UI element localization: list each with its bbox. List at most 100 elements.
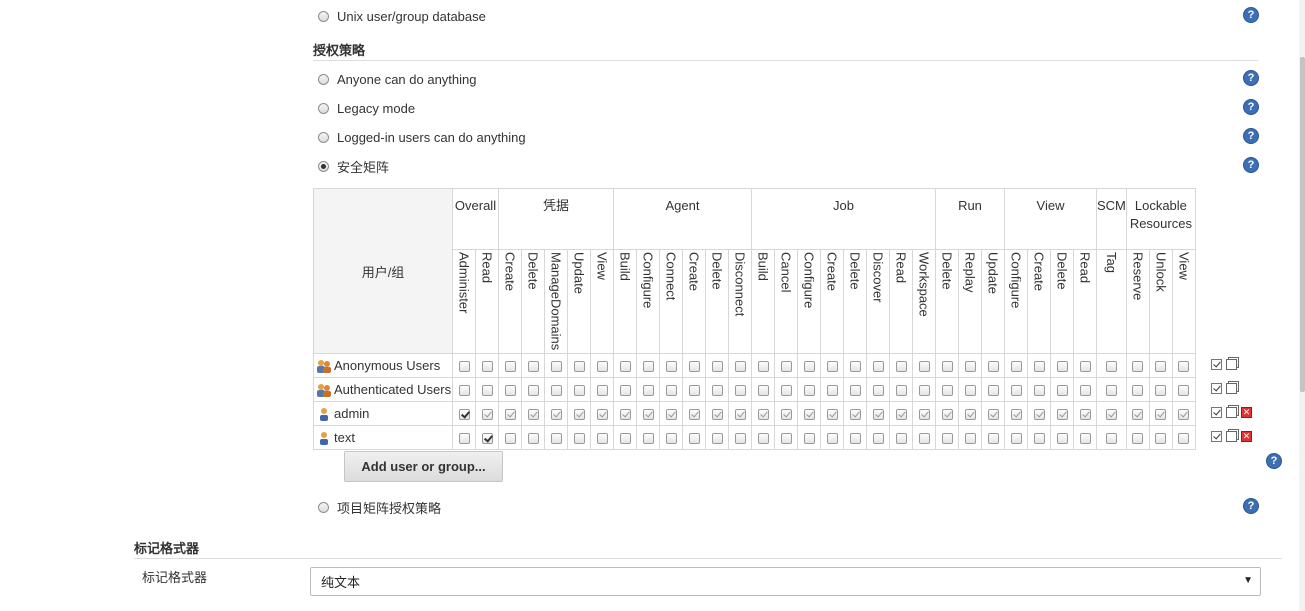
radio-loggedin[interactable]	[318, 131, 329, 143]
permission-checkbox[interactable]	[688, 409, 700, 421]
delete-icon[interactable]: ✕	[1241, 407, 1252, 418]
permission-checkbox[interactable]	[504, 409, 516, 421]
help-icon[interactable]: ?	[1243, 7, 1259, 23]
permission-checkbox[interactable]	[527, 433, 539, 445]
permission-checkbox[interactable]	[596, 385, 608, 397]
permission-checkbox[interactable]	[458, 433, 470, 445]
permission-checkbox[interactable]	[780, 361, 792, 373]
permission-checkbox[interactable]	[918, 409, 930, 421]
unselect-all-icon[interactable]	[1226, 431, 1237, 442]
permission-checkbox[interactable]	[458, 361, 470, 373]
permission-checkbox[interactable]	[1155, 385, 1167, 397]
permission-checkbox[interactable]	[895, 361, 907, 373]
permission-checkbox[interactable]	[1132, 433, 1144, 445]
permission-checkbox[interactable]	[918, 433, 930, 445]
radio-matrix[interactable]	[318, 160, 329, 172]
permission-checkbox[interactable]	[596, 433, 608, 445]
permission-checkbox[interactable]	[665, 385, 677, 397]
permission-checkbox[interactable]	[872, 433, 884, 445]
permission-checkbox[interactable]	[665, 409, 677, 421]
delete-icon[interactable]: ✕	[1241, 431, 1252, 442]
permission-checkbox[interactable]	[1010, 409, 1022, 421]
permission-checkbox[interactable]	[504, 385, 516, 397]
permission-checkbox[interactable]	[826, 361, 838, 373]
permission-checkbox[interactable]	[734, 409, 746, 421]
permission-checkbox[interactable]	[1056, 409, 1068, 421]
permission-checkbox[interactable]	[780, 409, 792, 421]
permission-checkbox[interactable]	[573, 385, 585, 397]
permission-checkbox[interactable]	[803, 361, 815, 373]
help-icon[interactable]: ?	[1243, 70, 1259, 86]
permission-checkbox[interactable]	[481, 385, 493, 397]
permission-checkbox[interactable]	[1056, 361, 1068, 373]
permission-checkbox[interactable]	[711, 385, 723, 397]
permission-checkbox[interactable]	[1033, 409, 1045, 421]
permission-checkbox[interactable]	[941, 385, 953, 397]
permission-checkbox[interactable]	[941, 433, 953, 445]
permission-checkbox[interactable]	[987, 433, 999, 445]
permission-checkbox[interactable]	[711, 433, 723, 445]
permission-checkbox[interactable]	[1178, 361, 1190, 373]
auth-option-loggedin[interactable]: Logged-in users can do anything	[318, 128, 526, 146]
help-icon[interactable]: ?	[1243, 99, 1259, 115]
permission-checkbox[interactable]	[665, 361, 677, 373]
unselect-all-icon[interactable]	[1226, 359, 1237, 370]
permission-checkbox[interactable]	[596, 409, 608, 421]
permission-checkbox[interactable]	[458, 409, 470, 421]
permission-checkbox[interactable]	[1079, 433, 1091, 445]
permission-checkbox[interactable]	[688, 361, 700, 373]
radio-unix[interactable]	[318, 10, 329, 22]
permission-checkbox[interactable]	[481, 409, 493, 421]
permission-checkbox[interactable]	[849, 433, 861, 445]
permission-checkbox[interactable]	[1178, 433, 1190, 445]
permission-checkbox[interactable]	[1010, 361, 1022, 373]
permission-checkbox[interactable]	[619, 433, 631, 445]
permission-checkbox[interactable]	[826, 385, 838, 397]
permission-checkbox[interactable]	[527, 361, 539, 373]
permission-checkbox[interactable]	[803, 433, 815, 445]
permission-checkbox[interactable]	[619, 409, 631, 421]
permission-checkbox[interactable]	[481, 361, 493, 373]
permission-checkbox[interactable]	[573, 361, 585, 373]
permission-checkbox[interactable]	[550, 361, 562, 373]
permission-checkbox[interactable]	[688, 433, 700, 445]
unselect-all-icon[interactable]	[1226, 407, 1237, 418]
permission-checkbox[interactable]	[1132, 409, 1144, 421]
permission-checkbox[interactable]	[757, 361, 769, 373]
security-realm-unix-option[interactable]: Unix user/group database	[318, 7, 486, 25]
permission-checkbox[interactable]	[987, 385, 999, 397]
permission-checkbox[interactable]	[1033, 433, 1045, 445]
permission-checkbox[interactable]	[826, 409, 838, 421]
permission-checkbox[interactable]	[757, 385, 769, 397]
permission-checkbox[interactable]	[941, 361, 953, 373]
auth-option-matrix[interactable]: 安全矩阵	[318, 157, 389, 175]
unselect-all-icon[interactable]	[1226, 383, 1237, 394]
permission-checkbox[interactable]	[1056, 385, 1068, 397]
permission-checkbox[interactable]	[734, 385, 746, 397]
auth-option-anyone[interactable]: Anyone can do anything	[318, 70, 477, 88]
permission-checkbox[interactable]	[1155, 361, 1167, 373]
permission-checkbox[interactable]	[1105, 385, 1117, 397]
add-user-or-group-button[interactable]: Add user or group...	[344, 451, 503, 482]
permission-checkbox[interactable]	[964, 361, 976, 373]
permission-checkbox[interactable]	[780, 385, 792, 397]
permission-checkbox[interactable]	[1178, 409, 1190, 421]
permission-checkbox[interactable]	[711, 409, 723, 421]
permission-checkbox[interactable]	[1105, 409, 1117, 421]
permission-checkbox[interactable]	[1155, 433, 1167, 445]
permission-checkbox[interactable]	[642, 361, 654, 373]
help-icon[interactable]: ?	[1243, 157, 1259, 173]
permission-checkbox[interactable]	[1079, 385, 1091, 397]
permission-checkbox[interactable]	[964, 433, 976, 445]
permission-checkbox[interactable]	[527, 385, 539, 397]
permission-checkbox[interactable]	[550, 409, 562, 421]
permission-checkbox[interactable]	[642, 433, 654, 445]
permission-checkbox[interactable]	[458, 385, 470, 397]
help-icon[interactable]: ?	[1243, 128, 1259, 144]
permission-checkbox[interactable]	[573, 409, 585, 421]
permission-checkbox[interactable]	[918, 385, 930, 397]
permission-checkbox[interactable]	[757, 433, 769, 445]
auth-option-legacy[interactable]: Legacy mode	[318, 99, 415, 117]
permission-checkbox[interactable]	[642, 409, 654, 421]
permission-checkbox[interactable]	[1079, 409, 1091, 421]
